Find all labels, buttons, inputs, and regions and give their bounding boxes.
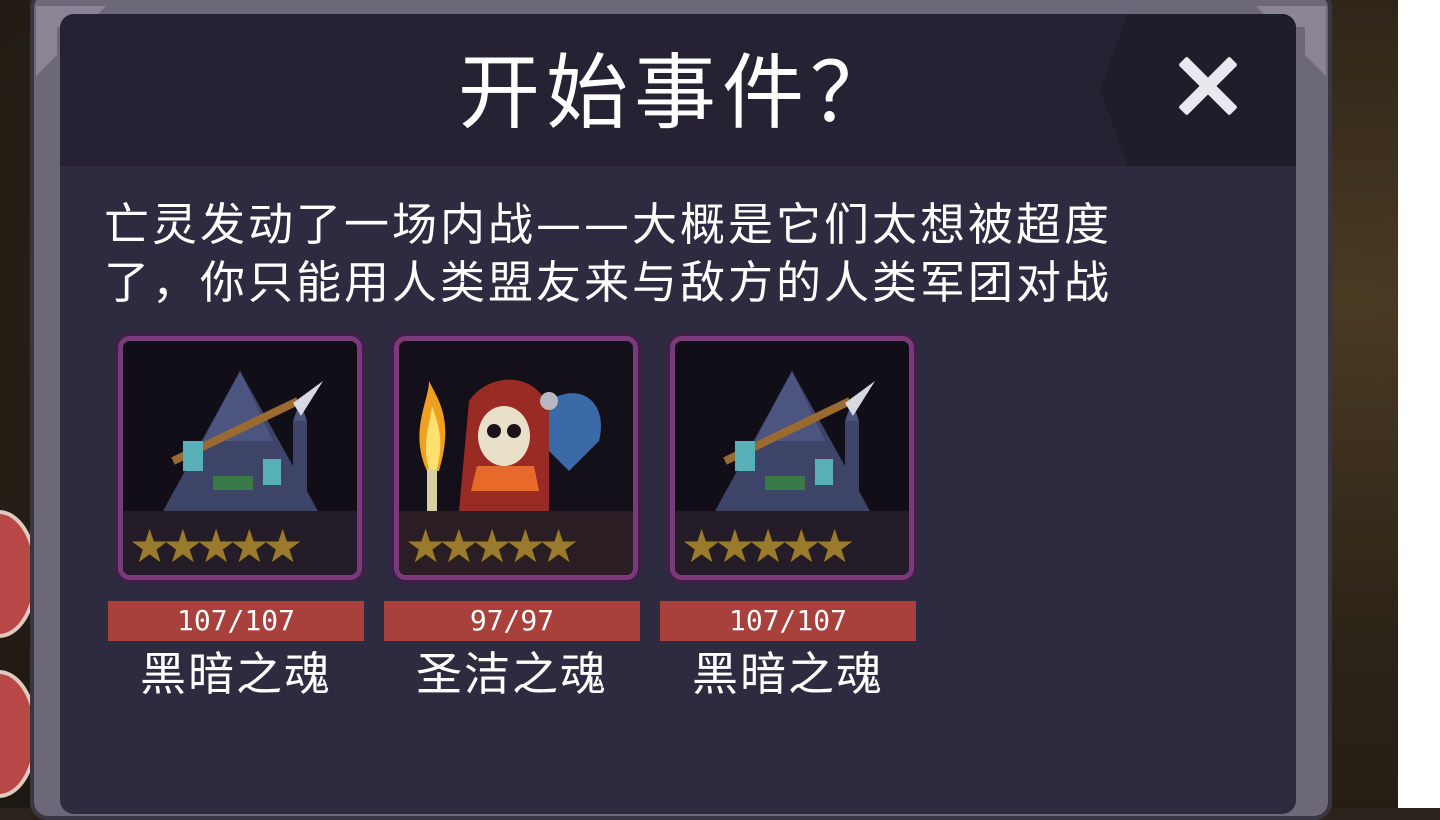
star-rating: ★ ★ ★ ★ ★ (129, 523, 303, 569)
dialog-header: 开始事件？ (60, 14, 1296, 166)
hp-bar: 107/107 (660, 601, 916, 641)
star-icon: ★ (538, 519, 580, 573)
hp-text: 97/97 (469, 604, 555, 637)
unit-name: 圣洁之魂 (416, 647, 608, 701)
event-dialog: 开始事件？ 亡灵发动了一场内战——大概是它们太想被超度 了，你只能用人类盟友来与… (60, 14, 1296, 814)
unit-name: 黑暗之魂 (140, 647, 332, 701)
screen-edge (1398, 0, 1440, 808)
scythe-undead-portrait: ★ ★ ★ ★ ★ (118, 336, 362, 580)
scythe-undead-portrait: ★ ★ ★ ★ ★ (670, 336, 914, 580)
star-rating: ★ ★ ★ ★ ★ (405, 523, 579, 569)
hooded-skeleton-torch-portrait: ★ ★ ★ ★ ★ (394, 336, 638, 580)
unit-name: 黑暗之魂 (692, 647, 884, 701)
star-rating: ★ ★ ★ ★ ★ (681, 523, 855, 569)
close-icon[interactable] (1164, 44, 1248, 128)
hp-text: 107/107 (176, 604, 295, 637)
star-icon: ★ (814, 519, 856, 573)
star-icon: ★ (262, 519, 304, 573)
hp-bar: 107/107 (108, 601, 364, 641)
event-description: 亡灵发动了一场内战——大概是它们太想被超度 了，你只能用人类盟友来与敌方的人类军… (104, 198, 1113, 309)
hp-bar: 97/97 (384, 601, 640, 641)
hp-text: 107/107 (728, 604, 847, 637)
